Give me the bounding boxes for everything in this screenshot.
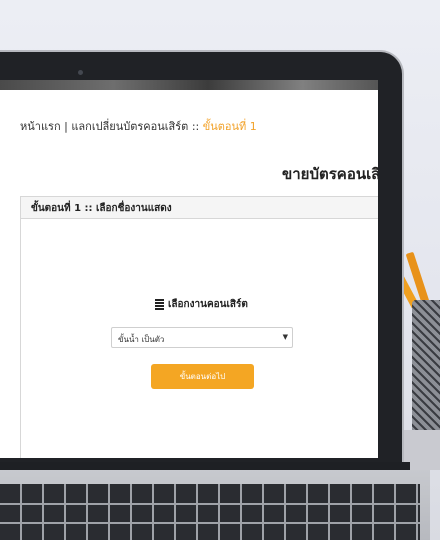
browser-screen: หน้าแรก | แลกเปลี่ยนบัตรคอนเสิร์ต :: ขั้…: [0, 80, 378, 458]
section-label: เลือกงานคอนเสิร์ต: [155, 297, 248, 312]
breadcrumb: หน้าแรก | แลกเปลี่ยนบัตรคอนเสิร์ต :: ขั้…: [20, 117, 257, 135]
header-banner-image: [0, 80, 378, 90]
section-label-text: เลือกงานคอนเสิร์ต: [168, 299, 248, 310]
keyboard-row-gap: [0, 522, 420, 524]
caret-down-icon: ▼: [282, 333, 288, 341]
webcam-icon: [78, 70, 83, 75]
concert-select-value: ขั้นน้ำ เป็นตัว: [118, 335, 165, 344]
breadcrumb-current: ขั้นตอนที่ 1: [202, 120, 257, 133]
keyboard-row-gap: [0, 503, 420, 505]
list-icon: [155, 299, 164, 310]
next-step-button[interactable]: ขั้นตอนต่อไป: [151, 364, 254, 389]
panel-header: ขั้นตอนที่ 1 :: เลือกชื่องานแสดง: [21, 197, 378, 219]
breadcrumb-home-link[interactable]: หน้าแรก: [20, 120, 61, 133]
keyboard: [0, 484, 420, 540]
page-title: ขายบัตรคอนเสิ: [282, 165, 378, 183]
concert-select[interactable]: ขั้นน้ำ เป็นตัว ▼: [111, 327, 293, 348]
breadcrumb-section-link[interactable]: แลกเปลี่ยนบัตรคอนเสิร์ต: [71, 120, 188, 133]
breadcrumb-separator: |: [64, 120, 68, 133]
breadcrumb-arrow: ::: [191, 120, 200, 133]
step-panel: ขั้นตอนที่ 1 :: เลือกชื่องานแสดง เลือกงา…: [20, 196, 378, 458]
